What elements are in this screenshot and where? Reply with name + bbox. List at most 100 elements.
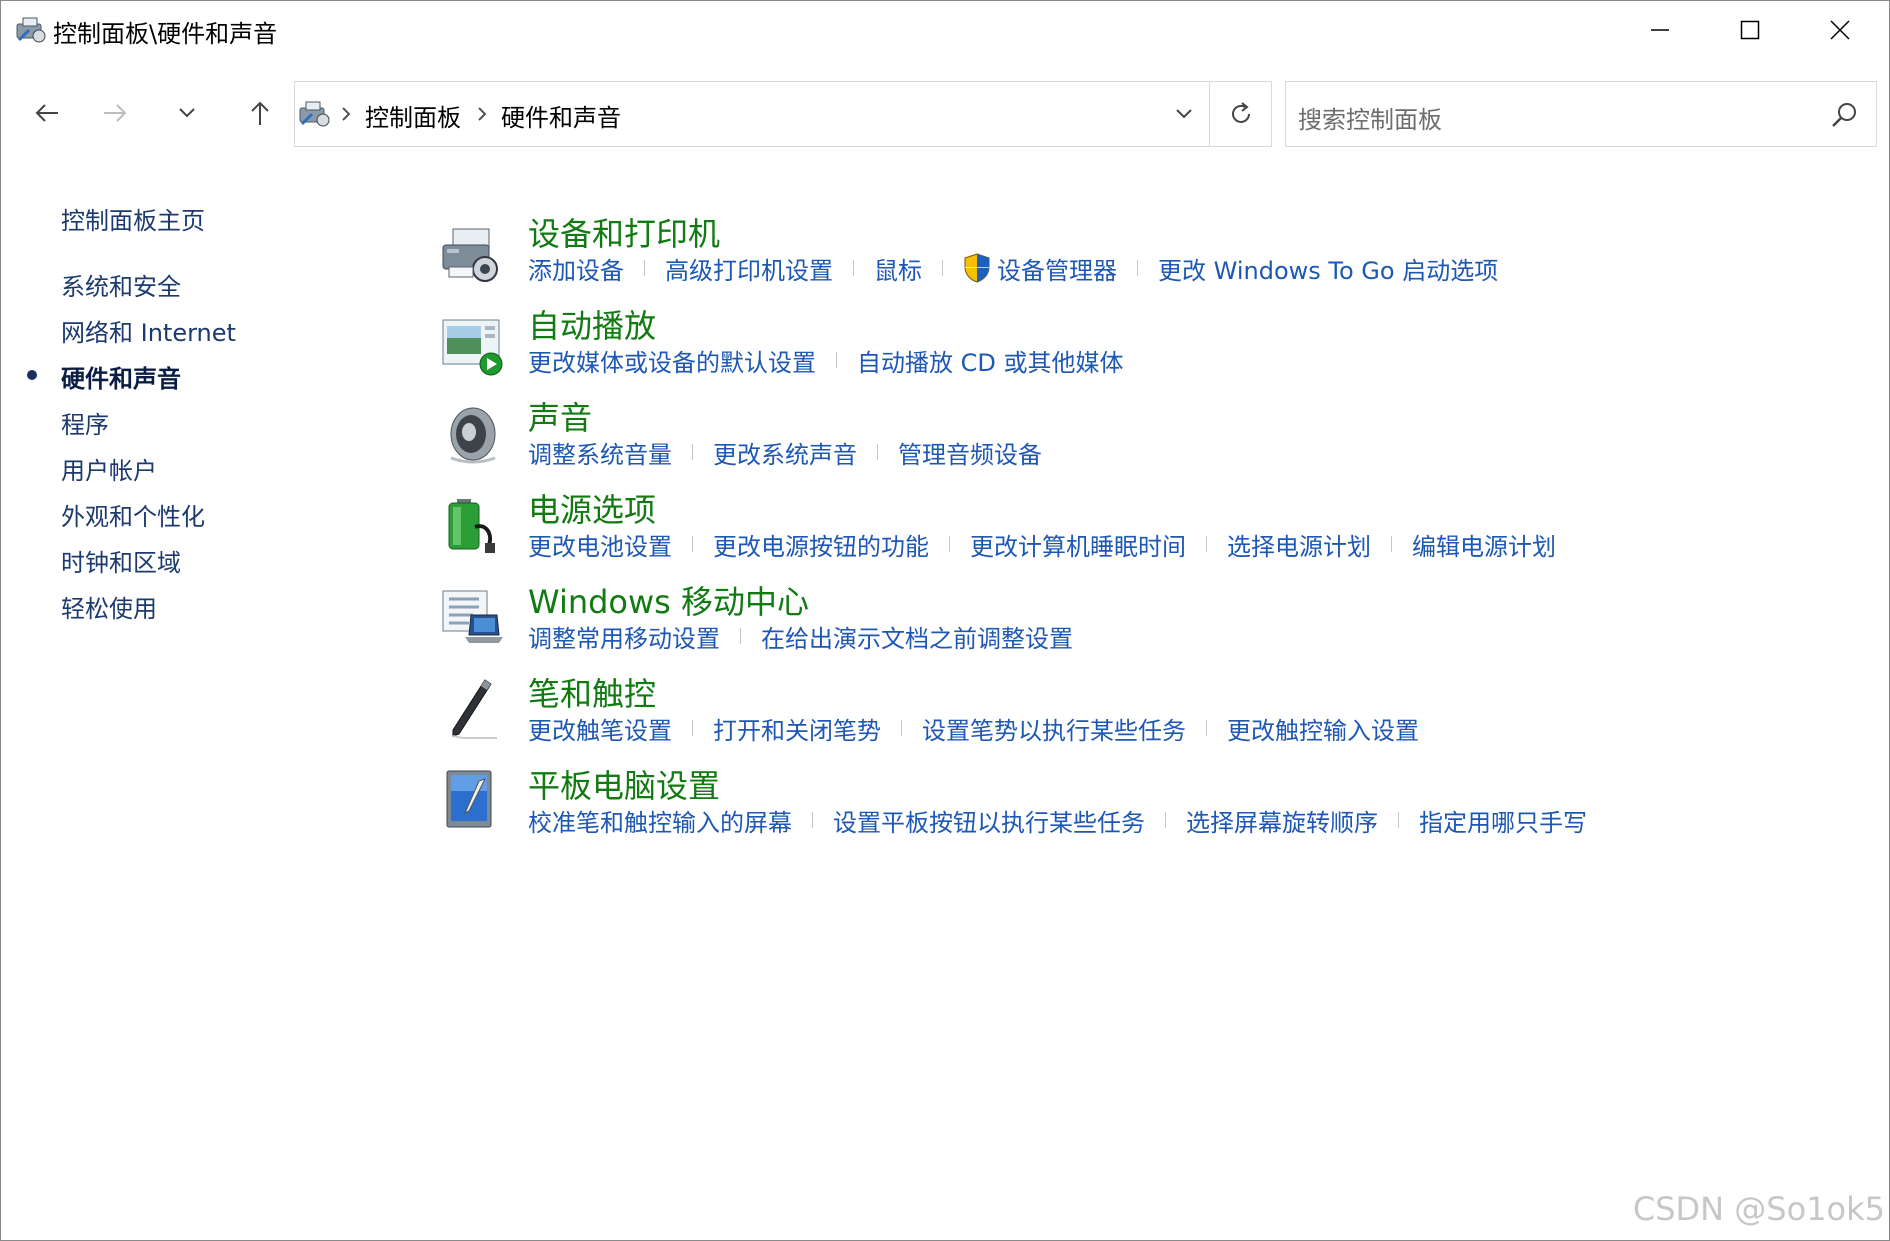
refresh-button[interactable] (1210, 81, 1272, 147)
link-separator (1137, 260, 1138, 276)
link-separator (1165, 812, 1166, 828)
uac-shield-icon (964, 253, 990, 283)
recent-locations-button[interactable] (163, 89, 211, 137)
chevron-down-icon (1176, 109, 1192, 119)
sidebar-item-system-security[interactable]: 系统和安全 (61, 267, 181, 302)
search-box[interactable]: 搜索控制面板 (1285, 81, 1877, 147)
autoplay-icon (442, 319, 503, 376)
close-icon (1830, 20, 1850, 40)
link-choose-power-plan[interactable]: 选择电源计划 (1227, 527, 1371, 562)
link-media-defaults[interactable]: 更改媒体或设备的默认设置 (528, 343, 816, 378)
address-history-button[interactable] (1157, 82, 1211, 146)
link-edit-power-plan[interactable]: 编辑电源计划 (1412, 527, 1556, 562)
link-separator (949, 536, 950, 552)
window-title: 控制面板\硬件和声音 (53, 20, 278, 48)
breadcrumb-control-panel[interactable]: 控制面板 (365, 98, 461, 133)
search-icon[interactable] (1828, 99, 1860, 131)
sidebar-item-network-internet[interactable]: 网络和 Internet (61, 313, 236, 348)
control-panel-window: 控制面板\硬件和声音 控制面板 硬件和声音 搜索控制面板 控制面板主页 系统和安… (0, 0, 1890, 1241)
up-button[interactable] (236, 89, 284, 137)
link-tablet-buttons[interactable]: 设置平板按钮以执行某些任务 (833, 803, 1145, 838)
forward-button[interactable] (91, 89, 139, 137)
link-device-manager[interactable]: 设备管理器 (997, 251, 1117, 286)
printer-icon (442, 228, 498, 282)
control-panel-icon (299, 101, 330, 127)
link-touch-input-settings[interactable]: 更改触控输入设置 (1227, 711, 1419, 746)
link-separator (812, 812, 813, 828)
link-separator (692, 536, 693, 552)
sidebar-item-hardware-sound: 硬件和声音 (61, 365, 181, 393)
category-links-power-options: 更改电池设置 更改电源按钮的功能 更改计算机睡眠时间 选择电源计划 编辑电源计划 (528, 527, 1556, 561)
link-separator (1391, 536, 1392, 552)
link-separator (692, 444, 693, 460)
link-toggle-flicks[interactable]: 打开和关闭笔势 (713, 711, 881, 746)
back-button[interactable] (23, 89, 71, 137)
current-item-bullet (27, 370, 37, 380)
up-arrow-icon (251, 101, 269, 125)
link-autoplay-cd[interactable]: 自动播放 CD 或其他媒体 (857, 343, 1124, 378)
minimize-button[interactable] (1615, 1, 1705, 59)
chevron-right-icon (478, 107, 487, 121)
link-manage-audio-devices[interactable]: 管理音频设备 (898, 435, 1042, 470)
maximize-icon (1740, 20, 1760, 40)
maximize-button[interactable] (1705, 1, 1795, 59)
sidebar-item-clock-region[interactable]: 时钟和区域 (61, 543, 181, 578)
link-battery-settings[interactable]: 更改电池设置 (528, 527, 672, 562)
link-calibrate-screen[interactable]: 校准笔和触控输入的屏幕 (528, 803, 792, 838)
link-separator (1398, 812, 1399, 828)
link-mouse[interactable]: 鼠标 (874, 251, 922, 286)
link-power-buttons[interactable]: 更改电源按钮的功能 (713, 527, 929, 562)
pen-icon (452, 679, 497, 739)
chevron-right-icon (342, 107, 351, 121)
category-title-autoplay[interactable]: 自动播放 (528, 301, 656, 347)
link-flicks-tasks[interactable]: 设置笔势以执行某些任务 (922, 711, 1186, 746)
category-links-devices-printers: 添加设备 高级打印机设置 鼠标 设备管理器 更改 Windows To Go 启… (528, 251, 1498, 285)
category-title-devices-printers[interactable]: 设备和打印机 (528, 209, 720, 255)
link-separator (853, 260, 854, 276)
link-sleep-time[interactable]: 更改计算机睡眠时间 (970, 527, 1186, 562)
link-separator (1206, 536, 1207, 552)
link-presentation-settings[interactable]: 在给出演示文档之前调整设置 (761, 619, 1073, 654)
sidebar-item-ease-of-access[interactable]: 轻松使用 (61, 589, 157, 624)
link-separator (901, 720, 902, 736)
link-separator (836, 352, 837, 368)
category-title-sound[interactable]: 声音 (528, 393, 592, 439)
link-rotation-sequence[interactable]: 选择屏幕旋转顺序 (1186, 803, 1378, 838)
category-links-tablet-settings: 校准笔和触控输入的屏幕 设置平板按钮以执行某些任务 选择屏幕旋转顺序 指定用哪只… (528, 803, 1587, 837)
title-bar: 控制面板\硬件和声音 (1, 1, 1889, 59)
link-add-device[interactable]: 添加设备 (528, 251, 624, 286)
sidebar-control-panel-home[interactable]: 控制面板主页 (61, 201, 205, 236)
link-advanced-printer-setup[interactable]: 高级打印机设置 (665, 251, 833, 286)
speaker-icon (450, 407, 496, 464)
close-button[interactable] (1795, 1, 1885, 59)
link-pen-settings[interactable]: 更改触笔设置 (528, 711, 672, 746)
link-windows-to-go[interactable]: 更改 Windows To Go 启动选项 (1158, 251, 1498, 286)
link-handedness[interactable]: 指定用哪只手写 (1419, 803, 1587, 838)
category-links-autoplay: 更改媒体或设备的默认设置 自动播放 CD 或其他媒体 (528, 343, 1124, 377)
category-title-tablet-settings[interactable]: 平板电脑设置 (528, 761, 720, 807)
link-adjust-volume[interactable]: 调整系统音量 (528, 435, 672, 470)
watermark: CSDN @So1ok5 (1632, 1190, 1885, 1228)
address-bar[interactable]: 控制面板 硬件和声音 (294, 81, 1210, 147)
category-links-sound: 调整系统音量 更改系统声音 管理音频设备 (528, 435, 1042, 469)
link-separator (1206, 720, 1207, 736)
link-change-sounds[interactable]: 更改系统声音 (713, 435, 857, 470)
link-separator (740, 628, 741, 644)
category-title-mobility-center[interactable]: Windows 移动中心 (528, 577, 809, 623)
sidebar-item-appearance[interactable]: 外观和个性化 (61, 497, 205, 532)
sidebar-item-programs[interactable]: 程序 (61, 405, 109, 440)
sidebar-item-user-accounts[interactable]: 用户帐户 (61, 451, 157, 486)
mobility-center-icon (442, 590, 503, 643)
category-title-pen-touch[interactable]: 笔和触控 (528, 669, 656, 715)
search-input[interactable]: 搜索控制面板 (1298, 100, 1442, 135)
link-separator (692, 720, 693, 736)
link-separator (644, 260, 645, 276)
link-separator (942, 260, 943, 276)
category-links-mobility-center: 调整常用移动设置 在给出演示文档之前调整设置 (528, 619, 1073, 653)
breadcrumb-hardware-sound[interactable]: 硬件和声音 (501, 98, 621, 133)
tablet-icon (446, 770, 492, 828)
back-arrow-icon (35, 104, 58, 122)
category-title-power-options[interactable]: 电源选项 (528, 485, 656, 531)
link-mobility-settings[interactable]: 调整常用移动设置 (528, 619, 720, 654)
battery-icon (448, 499, 495, 553)
